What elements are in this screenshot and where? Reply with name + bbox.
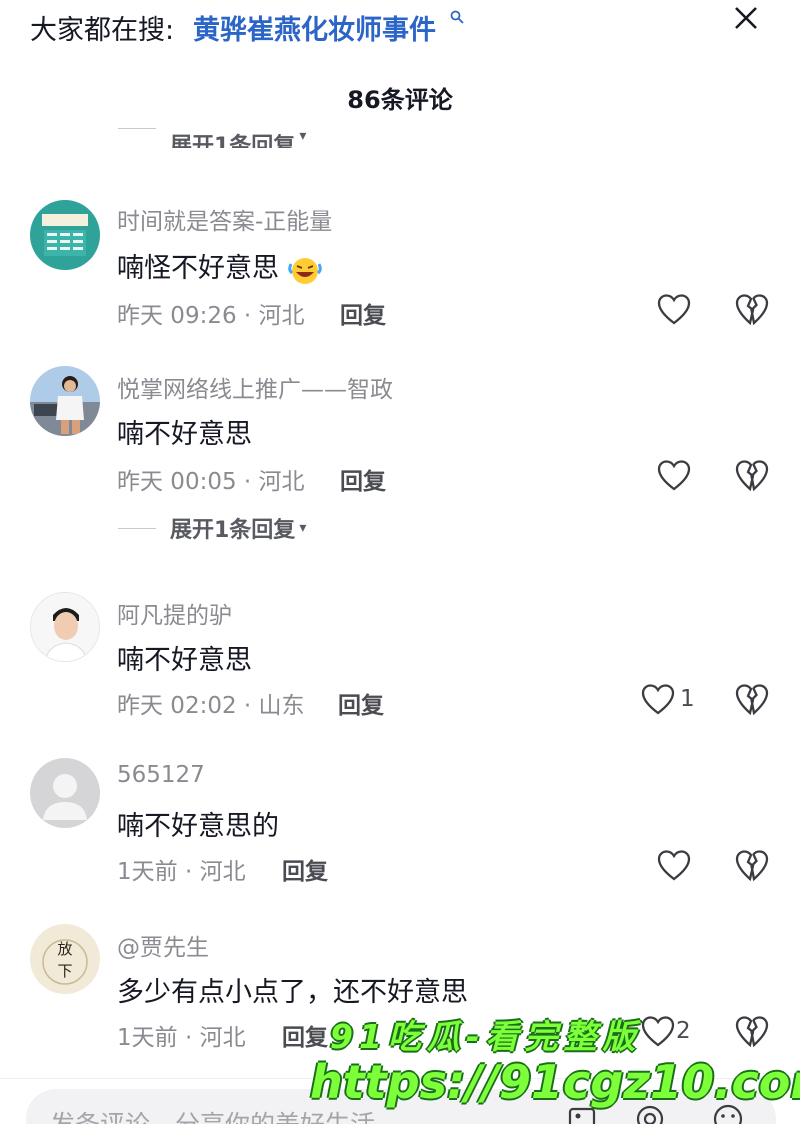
svg-text:下: 下 [57,962,72,980]
comment-username[interactable]: 阿凡提的驴 [117,596,232,630]
comments-count-title: 86条评论 [347,86,453,114]
comment-meta: 1天前 · 河北 [117,1025,246,1051]
avatar[interactable] [30,758,100,828]
avatar[interactable] [30,200,100,270]
like-count: 1 [680,686,695,712]
laughing-crying-emoji-icon [287,255,322,285]
comment-text: 多少有点小点了，还不好意思 [117,977,468,1008]
expand-replies-label: 展开1条回复 [170,518,296,543]
reply-button[interactable]: 回复 [338,686,384,720]
close-icon[interactable] [730,2,762,43]
chevron-down-icon: ▾ [299,520,307,536]
comment-meta: 昨天 02:02 · 山东 [117,693,305,719]
comment-text: 喃不好意思 [117,645,252,676]
like-count: 2 [676,1018,691,1044]
heart-icon[interactable] [640,1014,676,1050]
comment-username[interactable]: 时间就是答案-正能量 [117,202,332,236]
comment-text: 喃不好意思 [117,419,252,450]
top-bar: 大家都在搜: 黄骅崔燕化妆师事件 [0,0,800,58]
expand-replies-label: 展开1条回复 [170,134,296,148]
heart-icon[interactable] [656,458,692,494]
comment-username[interactable]: 悦掌网络线上推广——智政 [117,370,393,404]
reply-button[interactable]: 回复 [340,296,386,330]
reply-button[interactable]: 回复 [282,852,328,886]
comment-text: 喃怪不好意思 [117,253,279,284]
heart-icon[interactable] [656,292,692,328]
trending-search-link[interactable]: 黄骅崔燕化妆师事件 [193,8,436,47]
comment-text-row: 喃怪不好意思 [117,246,322,285]
svg-text:放: 放 [57,940,72,958]
chevron-down-icon: ▾ [299,128,307,144]
divider [118,128,156,129]
broken-heart-icon[interactable] [734,682,770,718]
reply-button[interactable]: 回复 [282,1018,328,1052]
broken-heart-icon[interactable] [734,458,770,494]
broken-heart-icon[interactable] [734,1014,770,1050]
comment-meta: 昨天 09:26 · 河北 [117,303,305,329]
comment-meta: 昨天 00:05 · 河北 [117,469,305,495]
comment-username[interactable]: @贾先生 [117,928,209,962]
broken-heart-icon[interactable] [734,848,770,884]
comment-meta: 1天前 · 河北 [117,859,246,885]
watermark-title: 91吃瓜-看完整版 [330,1017,642,1056]
comment-username[interactable]: 565127 [117,762,205,788]
reply-button[interactable]: 回复 [340,462,386,496]
search-prefix-label: 大家都在搜: [30,15,175,46]
expand-replies-button[interactable]: 展开1条回复 ▾ [118,128,306,148]
expand-replies-button[interactable]: 展开1条回复 ▾ [118,512,306,544]
divider [118,527,156,529]
broken-heart-icon[interactable] [734,292,770,328]
search-icon[interactable] [450,10,464,28]
avatar[interactable] [30,592,100,662]
avatar[interactable]: 放下 [30,924,100,994]
comment-text: 喃不好意思的 [117,811,279,842]
watermark-url: https://91cgz10.com [310,1055,800,1109]
avatar[interactable] [30,366,100,436]
heart-icon[interactable] [640,682,676,718]
heart-icon[interactable] [656,848,692,884]
